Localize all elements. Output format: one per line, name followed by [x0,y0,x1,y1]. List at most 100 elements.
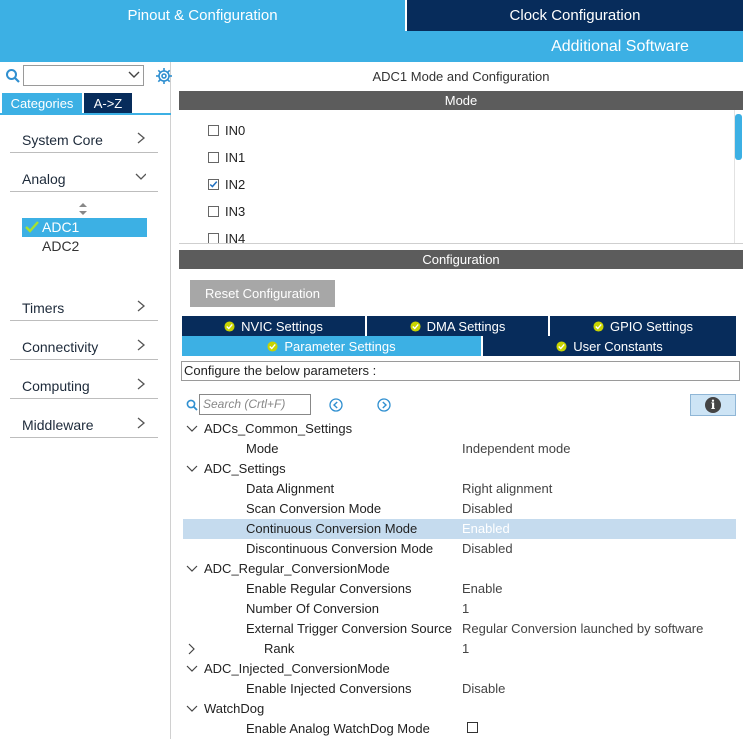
param-row[interactable]: Mode Independent mode [183,439,736,459]
channel-in0[interactable]: IN0 [208,120,245,140]
tree-group-adc-injected-conversionmode[interactable]: ADC_Injected_ConversionMode [183,659,736,679]
param-name: Rank [264,641,295,656]
tab-label: NVIC Settings [241,318,323,334]
sort-icon[interactable] [78,203,88,215]
param-value[interactable]: Independent mode [462,441,570,456]
tab-categories[interactable]: Categories [2,93,82,113]
tab-additional-software[interactable]: Additional Software [497,31,743,62]
category-connectivity[interactable]: Connectivity [10,334,158,360]
mode-config-title: ADC1 Mode and Configuration [372,69,550,84]
param-value[interactable]: 1 [462,641,469,656]
param-name: External Trigger Conversion Source [246,621,452,636]
param-row[interactable]: Discontinuous Conversion Mode Disabled [183,539,736,559]
checkbox-checked[interactable] [208,178,219,190]
analog-item-adc2[interactable]: ADC2 [42,238,79,254]
chevron-down-icon[interactable] [128,70,140,80]
tab-clock-configuration[interactable]: Clock Configuration [405,0,743,31]
chevron-right-icon [137,132,146,144]
checkbox[interactable] [208,205,219,217]
group-name: ADCs_Common_Settings [204,421,353,436]
category-middleware[interactable]: Middleware [10,412,158,438]
mode-channel-list: IN0 IN1 IN2 IN3 IN4 [179,110,743,244]
tab-gpio-settings[interactable]: GPIO Settings [550,316,736,336]
tree-group-adcs-common-settings[interactable]: ADCs_Common_Settings [183,419,736,439]
channel-in4[interactable]: IN4 [208,228,245,243]
category-search-combo[interactable] [23,65,144,86]
channel-label: IN0 [225,122,246,138]
gear-icon[interactable] [155,67,173,85]
param-name: Data Alignment [246,481,335,496]
chevron-down-icon[interactable] [186,703,198,715]
param-value[interactable]: Disabled [462,541,513,556]
param-value[interactable]: Enabled [462,521,510,536]
tab-label: Parameter Settings [284,338,396,354]
checkbox[interactable] [208,124,219,136]
channel-label: IN2 [225,176,246,192]
param-value[interactable]: Regular Conversion launched by software [462,621,703,636]
chevron-down-icon[interactable] [186,463,198,475]
search-icon [186,399,198,411]
parameters-description: Configure the below parameters : [181,361,740,381]
param-row[interactable]: Scan Conversion Mode Disabled [183,499,736,519]
previous-match-icon[interactable] [329,398,343,412]
checkbox[interactable] [208,232,219,243]
info-button[interactable]: i [690,394,736,416]
check-circle-icon [267,340,278,352]
tab-parameter-settings[interactable]: Parameter Settings [182,336,481,356]
category-computing[interactable]: Computing [10,373,158,399]
reset-configuration-button[interactable]: Reset Configuration [190,280,335,307]
chevron-down-icon[interactable] [186,423,198,435]
tab-label: User Constants [573,338,663,354]
category-system-core[interactable]: System Core [10,127,158,153]
tree-group-watchdog[interactable]: WatchDog [183,699,736,719]
channel-in2[interactable]: IN2 [208,174,245,194]
category-panel [0,62,171,739]
analog-item-adc1[interactable]: ADC1 [22,218,147,237]
param-name: Discontinuous Conversion Mode [246,541,434,556]
mode-section-header: Mode [179,91,743,110]
parameter-search-input[interactable]: Search (Crtl+F) [199,394,311,415]
checkbox[interactable] [208,151,219,163]
tab-user-constants[interactable]: User Constants [483,336,736,356]
param-value[interactable]: 1 [462,601,469,616]
param-value[interactable]: Disabled [462,501,513,516]
chevron-right-icon[interactable] [186,643,198,655]
category-analog[interactable]: Analog [10,166,158,192]
chevron-down-icon [135,173,146,180]
param-row[interactable]: Data Alignment Right alignment [183,479,736,499]
tab-label: GPIO Settings [609,318,694,334]
check-circle-icon [556,340,567,352]
tree-group-adc-regular-conversionmode[interactable]: ADC_Regular_ConversionMode [183,559,736,579]
param-value[interactable]: Enable [462,581,502,596]
channel-in1[interactable]: IN1 [208,147,245,167]
param-name: Scan Conversion Mode [246,501,382,516]
param-value[interactable]: Right alignment [462,481,552,496]
next-match-icon[interactable] [377,398,391,412]
mode-scroll-thumb[interactable] [735,114,742,160]
tab-nvic-settings[interactable]: NVIC Settings [182,316,365,336]
param-name: Mode [246,441,279,456]
tree-group-adc-settings[interactable]: ADC_Settings [183,459,736,479]
watchdog-checkbox[interactable] [467,722,478,733]
chevron-right-icon [137,417,146,429]
param-row[interactable]: Enable Regular Conversions Enable [183,579,736,599]
tab-pinout-configuration[interactable]: Pinout & Configuration [0,0,405,31]
param-name: Enable Injected Conversions [246,681,412,696]
param-row-selected[interactable]: Continuous Conversion Mode Enabled [183,519,736,539]
category-label: Computing [22,378,90,394]
tree-item-rank[interactable]: Rank 1 [183,639,736,659]
param-row[interactable]: Number Of Conversion 1 [183,599,736,619]
tab-dma-settings[interactable]: DMA Settings [367,316,548,336]
info-icon: i [705,397,721,413]
param-row[interactable]: Enable Injected Conversions Disable [183,679,736,699]
param-value[interactable]: Disable [462,681,505,696]
channel-label: IN3 [225,203,246,219]
param-row[interactable]: External Trigger Conversion Source Regul… [183,619,736,639]
chevron-down-icon[interactable] [186,663,198,675]
chevron-down-icon[interactable] [186,563,198,575]
channel-in3[interactable]: IN3 [208,201,245,221]
tab-a-to-z[interactable]: A->Z [84,93,132,113]
param-row[interactable]: Enable Analog WatchDog Mode [183,719,736,739]
category-timers[interactable]: Timers [10,295,158,321]
param-name: Continuous Conversion Mode [246,521,418,536]
